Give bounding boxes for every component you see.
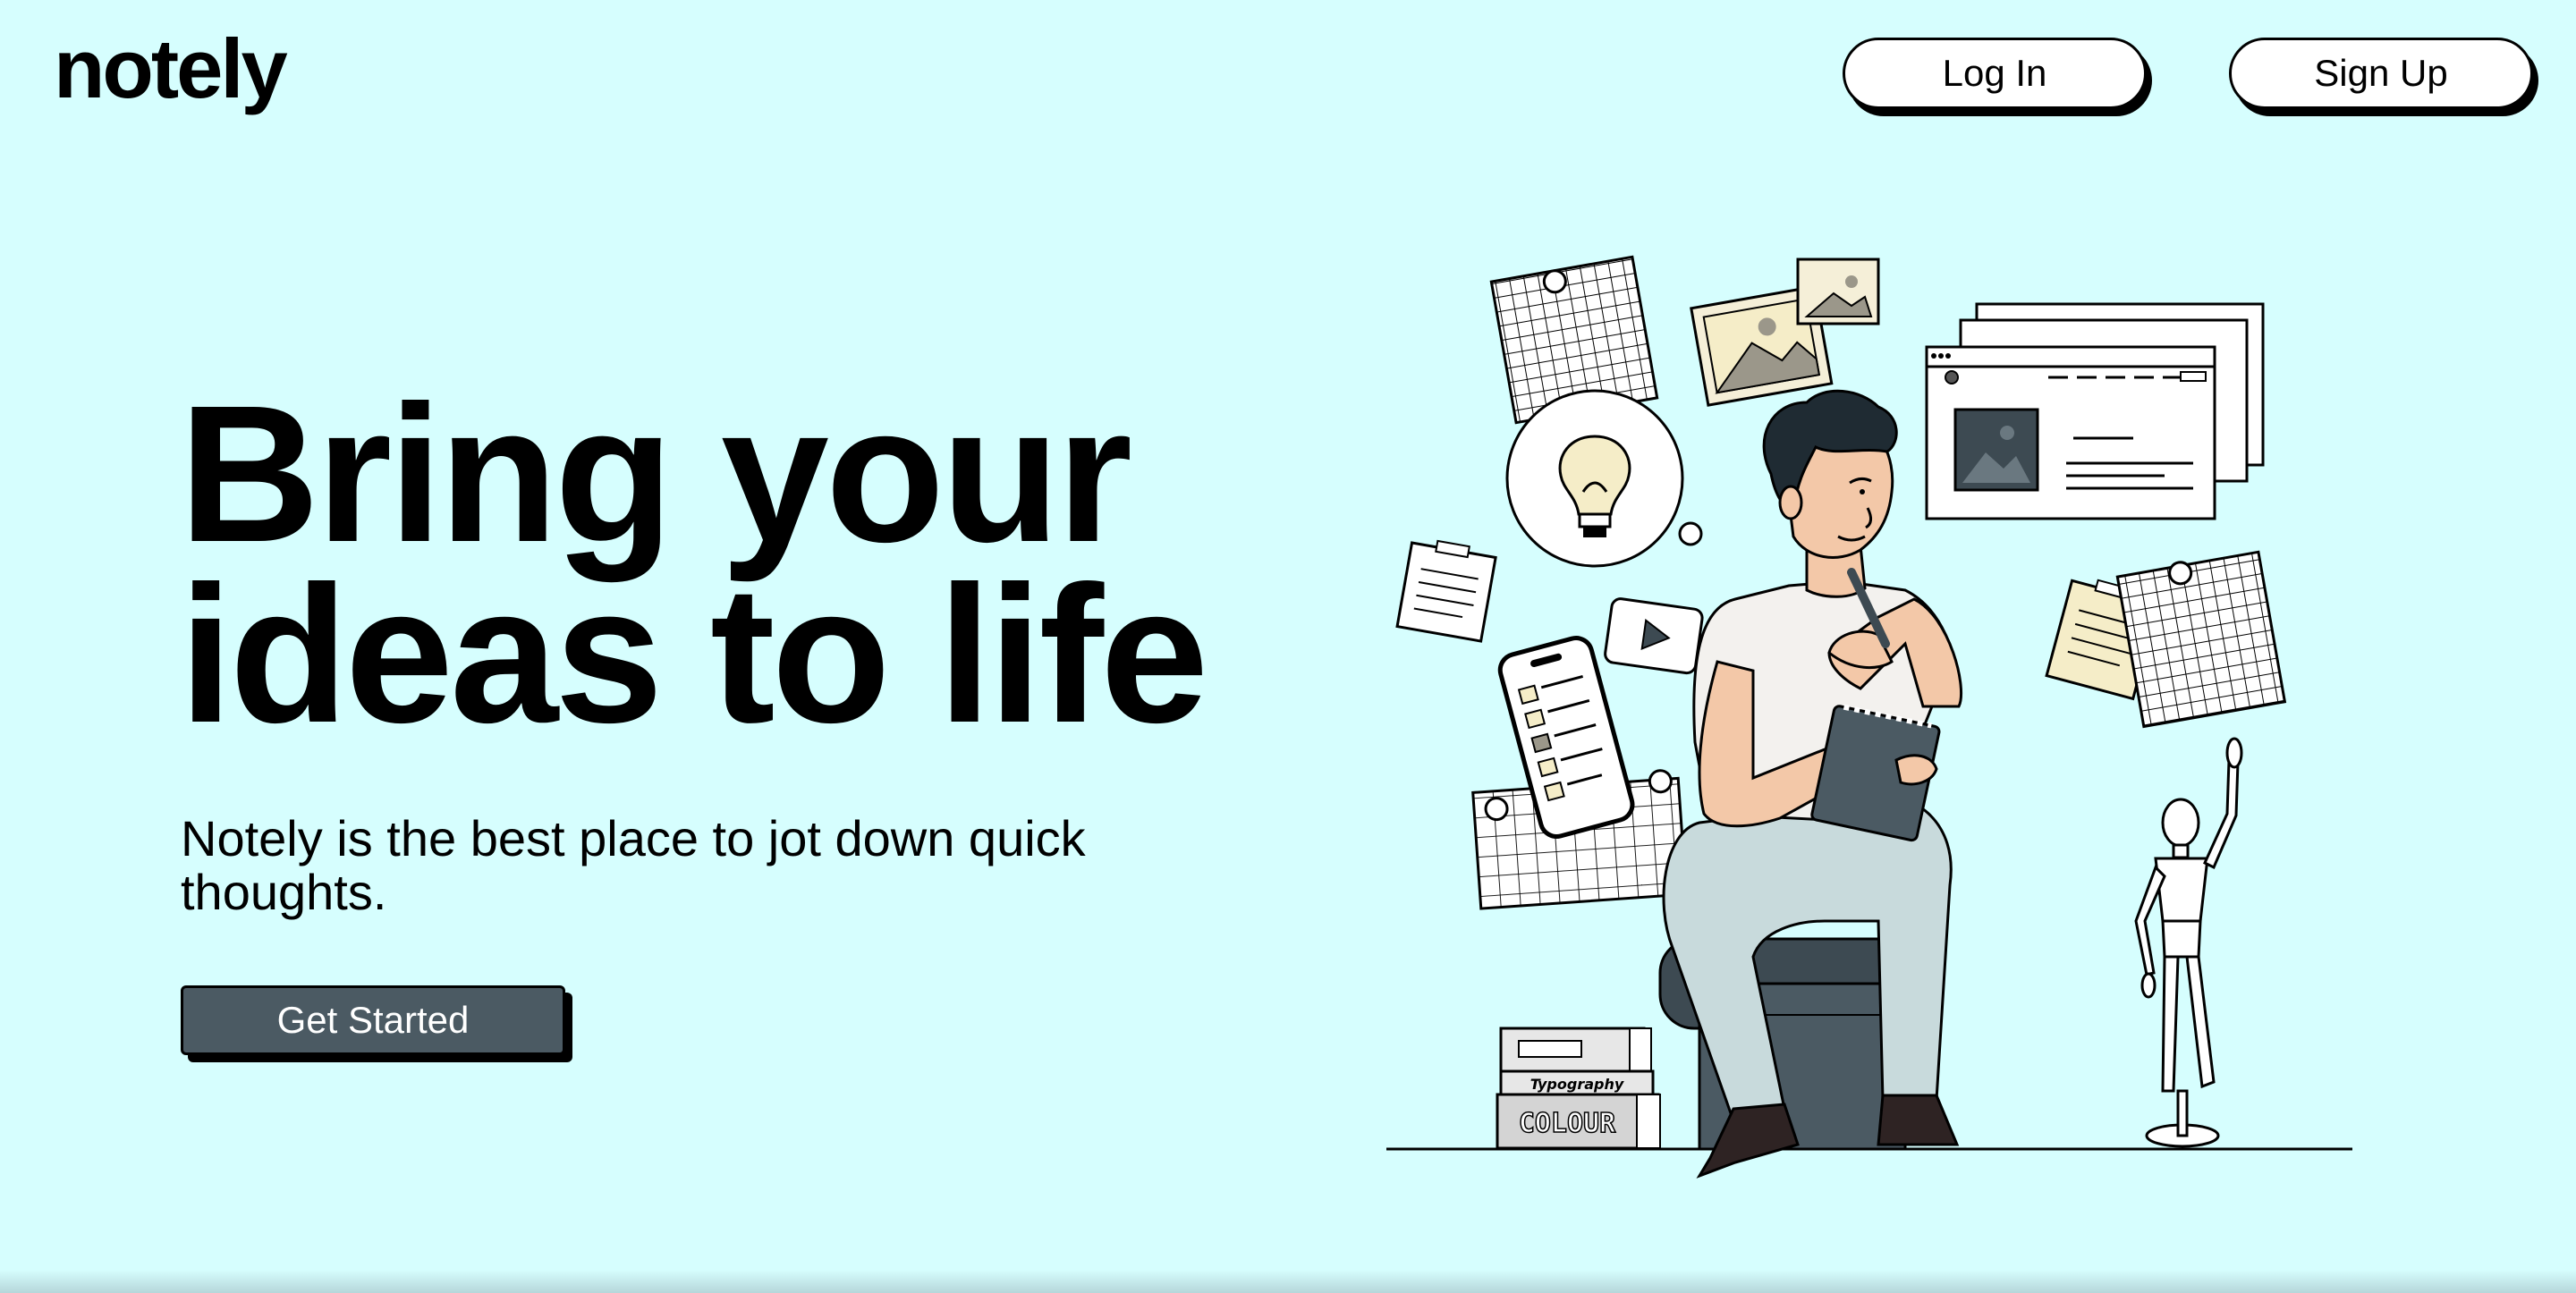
book-typography-label: Typography bbox=[1530, 1076, 1624, 1093]
landing-page: notely Log In Sign Up Bring your ideas t… bbox=[0, 0, 2576, 1293]
lightbulb-icon bbox=[1505, 389, 1703, 568]
sticky-note-icon bbox=[1395, 539, 1497, 643]
headline-line-2: ideas to life bbox=[179, 546, 1208, 764]
video-play-icon bbox=[1604, 597, 1704, 675]
browser-windows-icon bbox=[1925, 302, 2265, 520]
notely-logo[interactable]: notely bbox=[54, 27, 288, 111]
hero-headline: Bring your ideas to life bbox=[179, 377, 1342, 753]
get-started-button[interactable]: Get Started bbox=[181, 985, 565, 1055]
signup-button[interactable]: Sign Up bbox=[2229, 38, 2533, 109]
books-stack-icon: Typography COLOUR bbox=[1496, 1027, 1661, 1150]
hero-subtitle: Notely is the best place to jot down qui… bbox=[181, 810, 1086, 920]
small-photo-icon bbox=[1796, 258, 1880, 325]
art-mannequin-icon bbox=[2134, 737, 2243, 1148]
hero-illustration: Typography COLOUR bbox=[1386, 255, 2352, 1179]
login-button[interactable]: Log In bbox=[1843, 38, 2147, 109]
book-colour-label: COLOUR bbox=[1519, 1108, 1616, 1139]
calendar-grid-right-icon bbox=[2115, 550, 2287, 729]
bottom-shadow bbox=[0, 1270, 2576, 1293]
